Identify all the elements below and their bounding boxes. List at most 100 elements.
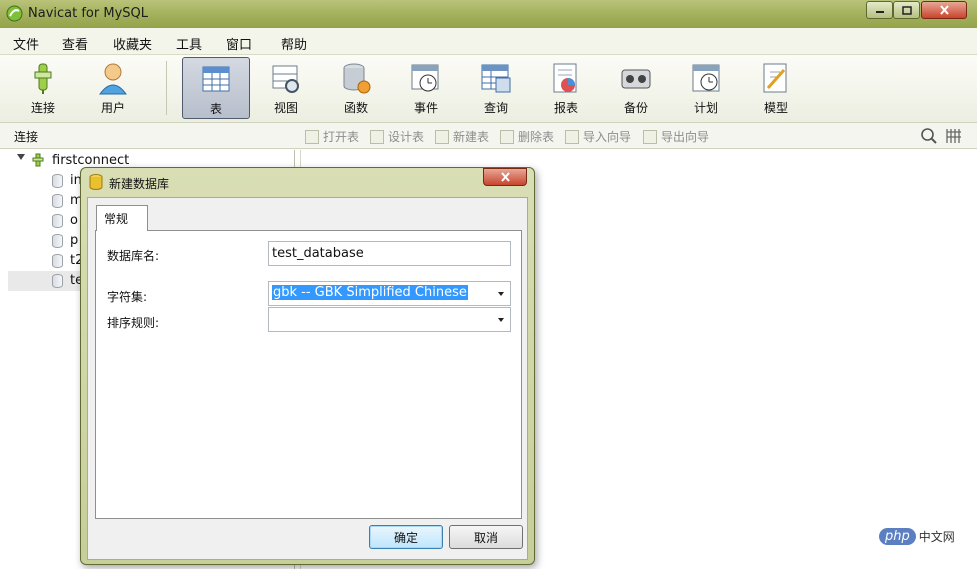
minimize-button[interactable] xyxy=(866,1,893,19)
toolbar-connection-label: 连接 xyxy=(30,101,55,115)
import-wizard-button[interactable]: 导入向导 xyxy=(565,128,631,145)
delete-table-icon xyxy=(500,129,514,144)
grid-view-icon[interactable] xyxy=(946,128,962,144)
dialog-title: 新建数据库 xyxy=(109,177,170,191)
event-icon xyxy=(411,64,439,92)
database-icon xyxy=(89,174,103,190)
toolbar-view-button[interactable]: 视图 xyxy=(252,57,320,119)
toolbar-table-button[interactable]: 表 xyxy=(182,57,250,119)
database-icon xyxy=(52,194,63,208)
new-table-label: 新建表 xyxy=(453,130,490,144)
toolbar-backup-label: 备份 xyxy=(623,101,648,115)
navicat-logo-icon xyxy=(6,5,23,22)
view-icon xyxy=(272,65,299,93)
delete-table-button[interactable]: 删除表 xyxy=(500,128,554,145)
toolbar-report-button[interactable]: 报表 xyxy=(532,57,600,119)
dialog-close-button[interactable] xyxy=(483,168,527,186)
menu-favorites[interactable]: 收藏夹 xyxy=(113,34,152,53)
new-database-dialog: 新建数据库 常规 数据库名: 字符集: gbk -- GBK Simplifie… xyxy=(80,167,535,565)
export-wizard-icon xyxy=(643,129,657,144)
toolbar-function-label: 函数 xyxy=(343,101,368,115)
menu-file[interactable]: 文件 xyxy=(13,34,39,53)
toolbar-backup-button[interactable]: 备份 xyxy=(602,57,670,119)
expand-arrow-icon[interactable] xyxy=(17,154,25,160)
database-icon xyxy=(52,274,63,288)
maximize-button[interactable] xyxy=(893,1,920,19)
watermark-site: 中文网 xyxy=(918,530,955,544)
function-icon xyxy=(343,63,371,94)
close-icon xyxy=(939,5,949,15)
main-toolbar: 连接 用户 表 视图 函数 事件 查询 报表 备份 计划 模型 xyxy=(0,55,977,123)
toolbar-model-label: 模型 xyxy=(763,101,788,115)
charset-value: gbk -- GBK Simplified Chinese xyxy=(272,285,468,300)
tab-general[interactable]: 常规 xyxy=(96,205,148,231)
chevron-down-icon xyxy=(498,292,504,296)
toolbar-connection-button[interactable]: 连接 xyxy=(9,57,77,119)
export-wizard-button[interactable]: 导出向导 xyxy=(643,128,709,145)
toolbar-view-label: 视图 xyxy=(273,101,298,115)
import-wizard-icon xyxy=(565,129,579,144)
query-icon xyxy=(481,64,511,93)
collation-select[interactable] xyxy=(268,307,511,332)
import-wizard-label: 导入向导 xyxy=(583,130,632,144)
backup-icon xyxy=(621,69,651,89)
menu-window[interactable]: 窗口 xyxy=(226,34,252,53)
design-table-button[interactable]: 设计表 xyxy=(370,128,424,145)
maximize-icon xyxy=(901,5,912,15)
menu-help[interactable]: 帮助 xyxy=(281,34,307,53)
window-title: Navicat for MySQL xyxy=(28,6,148,21)
menu-bar: 文件 查看 收藏夹 工具 窗口 帮助 xyxy=(0,28,977,55)
database-icon xyxy=(52,254,63,268)
db-name: o xyxy=(70,213,78,228)
toolbar-query-button[interactable]: 查询 xyxy=(462,57,530,119)
database-icon xyxy=(52,214,63,228)
charset-select[interactable]: gbk -- GBK Simplified Chinese xyxy=(268,281,511,306)
new-table-button[interactable]: 新建表 xyxy=(435,128,489,145)
open-table-label: 打开表 xyxy=(323,130,360,144)
connection-icon xyxy=(34,63,52,94)
ok-button[interactable]: 确定 xyxy=(369,525,443,549)
dialog-body: 常规 数据库名: 字符集: gbk -- GBK Simplified Chin… xyxy=(87,197,528,560)
table-icon xyxy=(202,66,230,92)
toolbar-schedule-label: 计划 xyxy=(693,101,718,115)
design-table-icon xyxy=(370,129,384,144)
toolbar-event-button[interactable]: 事件 xyxy=(392,57,460,119)
search-icon[interactable] xyxy=(920,127,938,145)
close-button[interactable] xyxy=(921,1,967,19)
menu-tools[interactable]: 工具 xyxy=(176,34,202,53)
design-table-label: 设计表 xyxy=(388,130,425,144)
db-name: p xyxy=(70,233,79,248)
schedule-icon xyxy=(692,64,720,92)
toolbar-table-label: 表 xyxy=(209,102,222,116)
connection-name: firstconnect xyxy=(52,153,130,168)
charset-label: 字符集: xyxy=(107,290,148,304)
php-cn-watermark: php 中文网 xyxy=(879,528,955,545)
toolbar-report-label: 报表 xyxy=(553,101,578,115)
toolbar-function-button[interactable]: 函数 xyxy=(322,57,390,119)
chevron-down-icon xyxy=(498,318,504,322)
object-toolbar: 连接 打开表 设计表 新建表 删除表 导入向导 导出向导 xyxy=(0,123,977,149)
connection-node-icon xyxy=(32,153,44,167)
open-table-button[interactable]: 打开表 xyxy=(305,128,359,145)
toolbar-query-label: 查询 xyxy=(483,101,508,115)
export-wizard-label: 导出向导 xyxy=(661,130,710,144)
collation-label: 排序规则: xyxy=(107,316,160,330)
delete-table-label: 删除表 xyxy=(518,130,555,144)
toolbar-user-button[interactable]: 用户 xyxy=(79,57,147,119)
toolbar-model-button[interactable]: 模型 xyxy=(742,57,810,119)
report-icon xyxy=(553,63,577,93)
toolbar-schedule-button[interactable]: 计划 xyxy=(672,57,740,119)
database-icon xyxy=(52,174,63,188)
menu-view[interactable]: 查看 xyxy=(62,34,88,53)
connection-pane-label: 连接 xyxy=(14,130,39,144)
minimize-icon xyxy=(875,11,884,13)
cancel-button[interactable]: 取消 xyxy=(449,525,523,549)
user-icon xyxy=(99,63,127,95)
db-name-input[interactable] xyxy=(268,241,511,266)
tab-panel-general: 数据库名: 字符集: gbk -- GBK Simplified Chinese… xyxy=(95,230,522,519)
model-icon xyxy=(763,63,787,93)
toolbar-separator xyxy=(166,61,167,115)
toolbar-event-label: 事件 xyxy=(413,101,438,115)
new-table-icon xyxy=(435,129,449,144)
close-icon xyxy=(500,172,510,182)
